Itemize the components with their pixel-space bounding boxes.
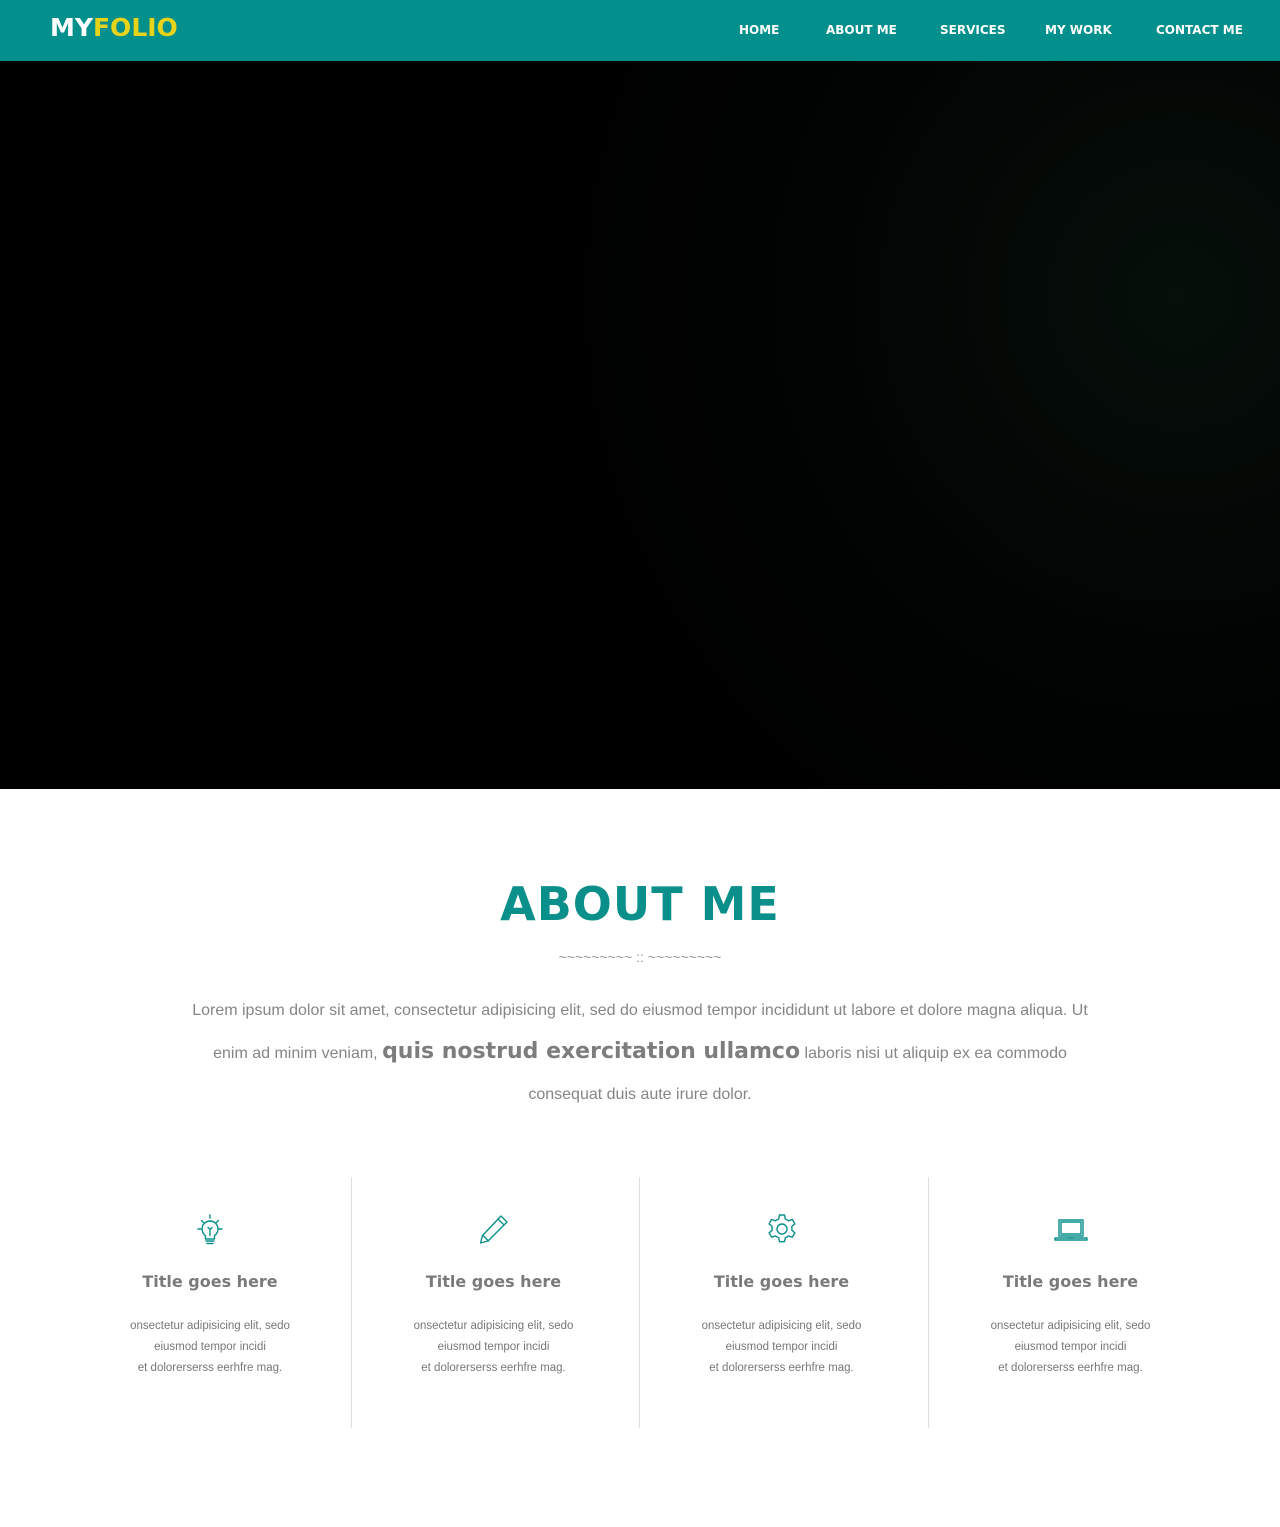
about-text-emphasis: quis nostrud exercitation ullamco <box>382 1039 801 1064</box>
feature-desc-line: et dolorerserss eerhfre mag. <box>137 1362 283 1374</box>
feature-title: Title goes here <box>142 1272 278 1291</box>
about-title: ABOUT ME <box>500 877 780 931</box>
feature-desc-line: onsectetur adipisicing elit, sedo <box>413 1320 574 1332</box>
feature-description: onsectetur adipisicing elit, sedo eiusmo… <box>352 1316 635 1379</box>
feature-desc-line: et dolorerserss eerhfre mag. <box>421 1362 566 1374</box>
feature-title: Title goes here <box>713 1272 850 1291</box>
hero-background <box>480 61 1280 789</box>
nav-contact-me[interactable]: CONTACT ME <box>1156 22 1243 38</box>
lightbulb-icon <box>192 1212 228 1248</box>
feature-desc-line: et dolorerserss eerhfre mag. <box>709 1362 854 1374</box>
feature-title: Title goes here <box>425 1272 562 1291</box>
pencil-icon <box>476 1212 512 1248</box>
feature-card: Title goes here onsectetur adipisicing e… <box>68 1177 352 1428</box>
feature-description: onsectetur adipisicing elit, sedo eiusmo… <box>929 1316 1212 1379</box>
nav-services[interactable]: SERVICES <box>940 22 1005 38</box>
logo-part-folio: FOLIO <box>92 13 178 42</box>
feature-desc-line: onsectetur adipisicing elit, sedo <box>990 1320 1151 1332</box>
feature-desc-line: eiusmod tempor incidi <box>1014 1341 1127 1353</box>
laptop-icon <box>1053 1212 1089 1248</box>
nav-about-me[interactable]: ABOUT ME <box>826 22 897 38</box>
nav-home[interactable]: HOME <box>739 22 779 38</box>
features-grid: Title goes here onsectetur adipisicing e… <box>68 1177 1212 1428</box>
feature-card: Title goes here onsectetur adipisicing e… <box>639 1177 923 1428</box>
feature-desc-line: eiusmod tempor incidi <box>437 1341 550 1353</box>
feature-desc-line: eiusmod tempor incidi <box>725 1341 838 1353</box>
nav-my-work[interactable]: MY WORK <box>1045 22 1112 38</box>
feature-desc-line: onsectetur adipisicing elit, sedo <box>130 1320 290 1332</box>
feature-card: Title goes here onsectetur adipisicing e… <box>351 1177 635 1428</box>
hero-banner <box>0 61 1280 789</box>
site-logo[interactable]: MYFOLIO <box>50 13 178 43</box>
about-text: Lorem ipsum dolor sit amet, consectetur … <box>190 990 1090 1115</box>
feature-description: onsectetur adipisicing elit, sedo eiusmo… <box>68 1316 352 1379</box>
gear-icon <box>764 1212 800 1248</box>
feature-card: Title goes here onsectetur adipisicing e… <box>928 1177 1212 1428</box>
section-divider: ~~~~~~~~~ :: ~~~~~~~~~ <box>558 949 722 965</box>
navbar: MYFOLIO HOME ABOUT ME SERVICES MY WORK C… <box>0 0 1280 61</box>
feature-desc-line: et dolorerserss eerhfre mag. <box>998 1362 1143 1374</box>
feature-desc-line: onsectetur adipisicing elit, sedo <box>701 1320 862 1332</box>
feature-desc-line: eiusmod tempor incidi <box>154 1341 266 1353</box>
feature-description: onsectetur adipisicing elit, sedo eiusmo… <box>640 1316 923 1379</box>
logo-part-my: MY <box>50 13 93 42</box>
feature-title: Title goes here <box>1002 1272 1139 1291</box>
